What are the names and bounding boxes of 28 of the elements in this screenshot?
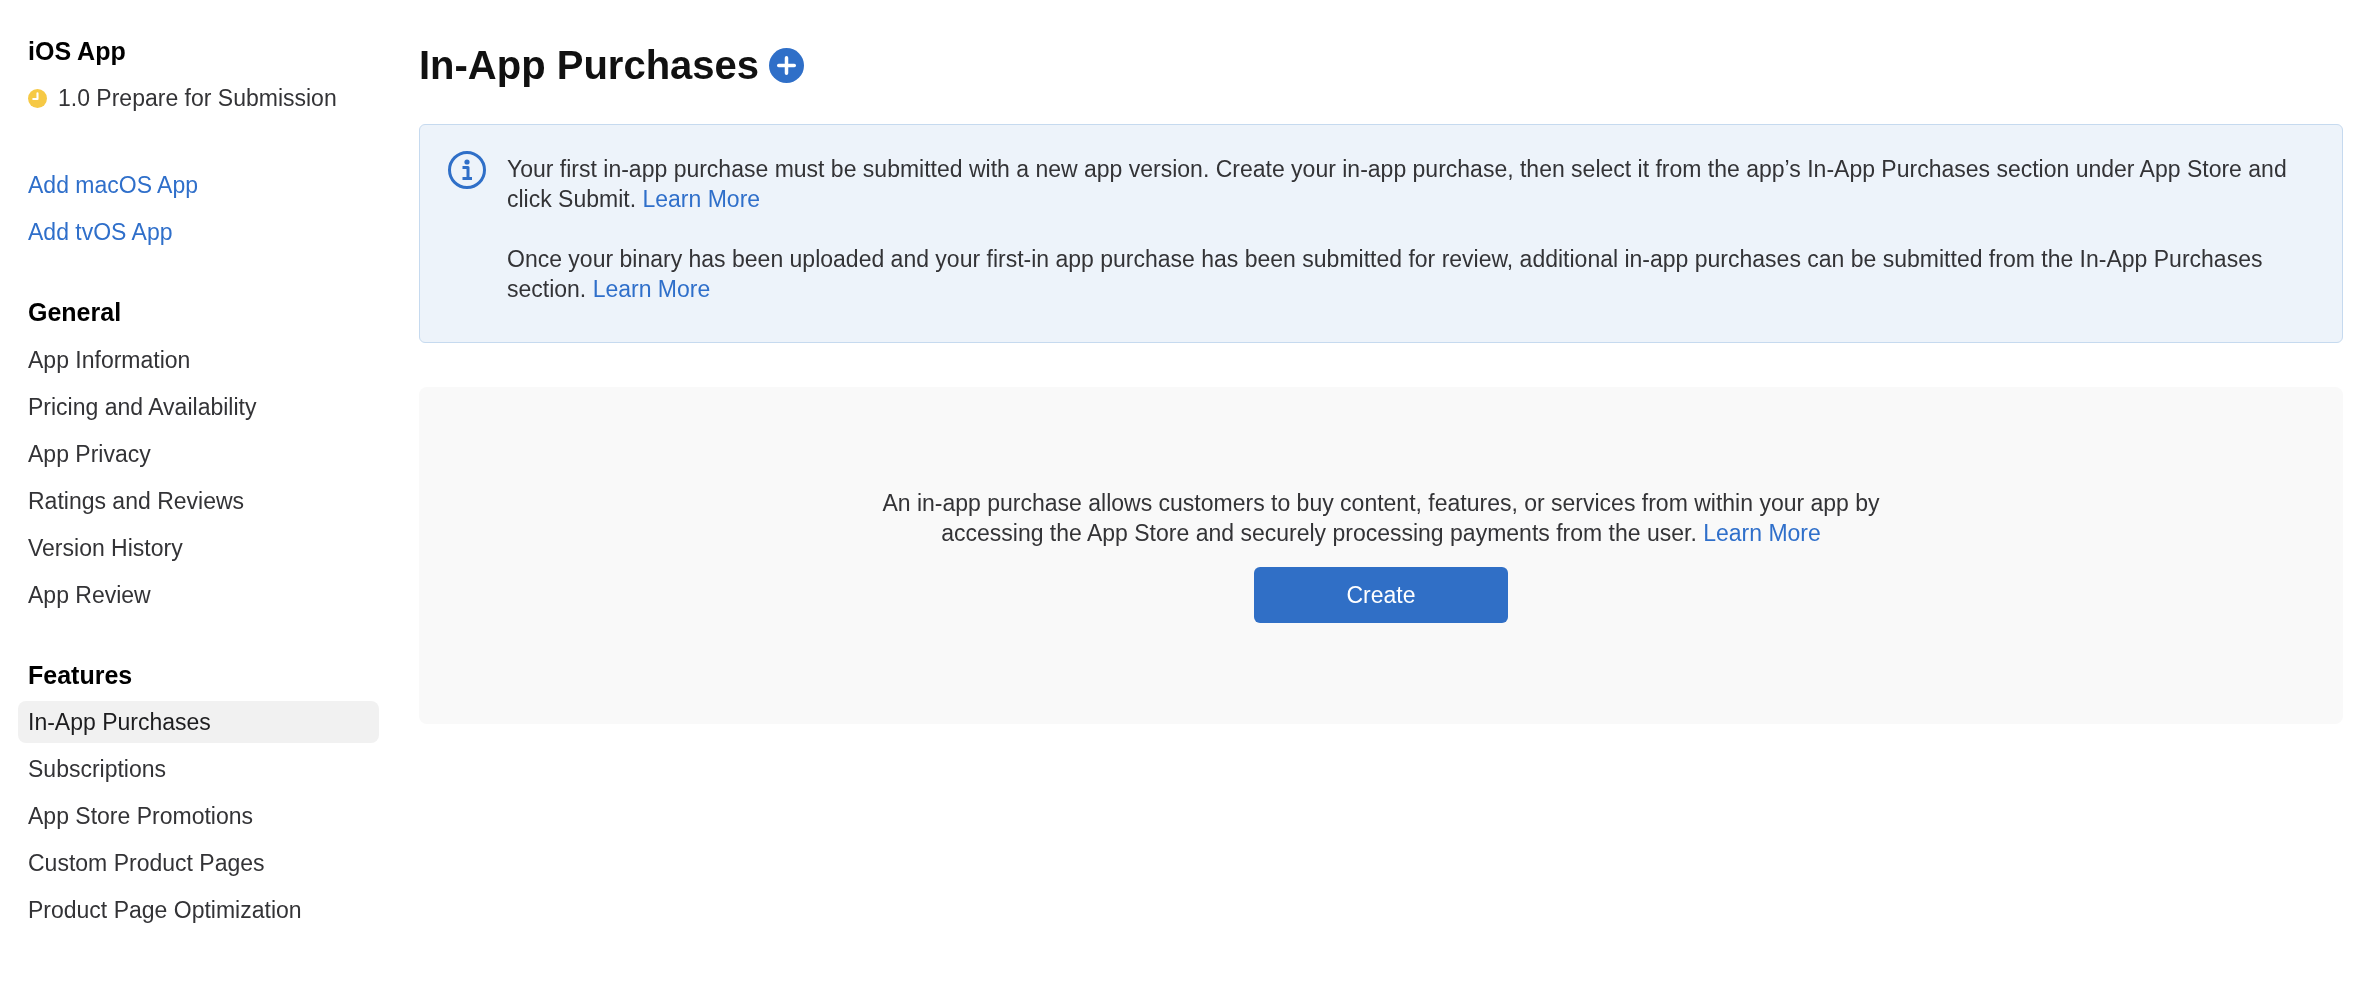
- learn-more-link[interactable]: Learn More: [1703, 520, 1821, 546]
- section-heading: General: [27, 297, 123, 327]
- add-platform-link[interactable]: Add tvOS App: [18, 211, 183, 253]
- create-button[interactable]: Create: [1254, 567, 1508, 623]
- sidebar-item[interactable]: Ratings and Reviews: [18, 480, 379, 522]
- sidebar-item[interactable]: Product Page Optimization: [18, 889, 379, 931]
- sidebar-item[interactable]: Version History: [18, 527, 379, 569]
- sidebar-item[interactable]: In-App Purchases: [18, 701, 379, 743]
- section-heading: Features: [27, 660, 134, 690]
- clock-icon: [28, 88, 47, 108]
- info-text: Your first in-app purchase must be submitted with a new app version. Create your in-app purchase, then select it from the app’s In-App Purchases section under App Store and click Submit. Learn More: [507, 155, 2288, 214]
- version-status-link[interactable]: 1.0 Prepare for Submission: [58, 83, 337, 113]
- sidebar-item[interactable]: Custom Product Pages: [18, 842, 379, 884]
- add-platform-link[interactable]: Add macOS App: [18, 164, 209, 206]
- info-text: Once your binary has been uploaded and your first-in app purchase has been submitted for review, additional in-app purchases can be submitted from the In-App Purchases section. Learn More: [507, 245, 2264, 304]
- page-title: In-App Purchases: [419, 42, 760, 89]
- sidebar-item[interactable]: App Store Promotions: [18, 795, 379, 837]
- info-icon: [447, 150, 487, 190]
- learn-more-link[interactable]: Learn More: [642, 186, 761, 212]
- empty-state-text: An in-app purchase allows customers to buy content, features, or services from within your app by accessing the App Store and securely processing payments from the user. Learn More: [881, 489, 1881, 548]
- app-title: iOS App: [27, 36, 127, 66]
- sidebar-item[interactable]: App Privacy: [18, 433, 379, 475]
- sidebar-item[interactable]: Pricing and Availability: [18, 386, 379, 428]
- sidebar-item[interactable]: App Information: [18, 339, 379, 381]
- sidebar-item[interactable]: Subscriptions: [18, 748, 379, 790]
- sidebar-item[interactable]: App Review: [18, 574, 379, 616]
- plus-icon[interactable]: [769, 47, 805, 83]
- learn-more-link[interactable]: Learn More: [592, 276, 711, 302]
